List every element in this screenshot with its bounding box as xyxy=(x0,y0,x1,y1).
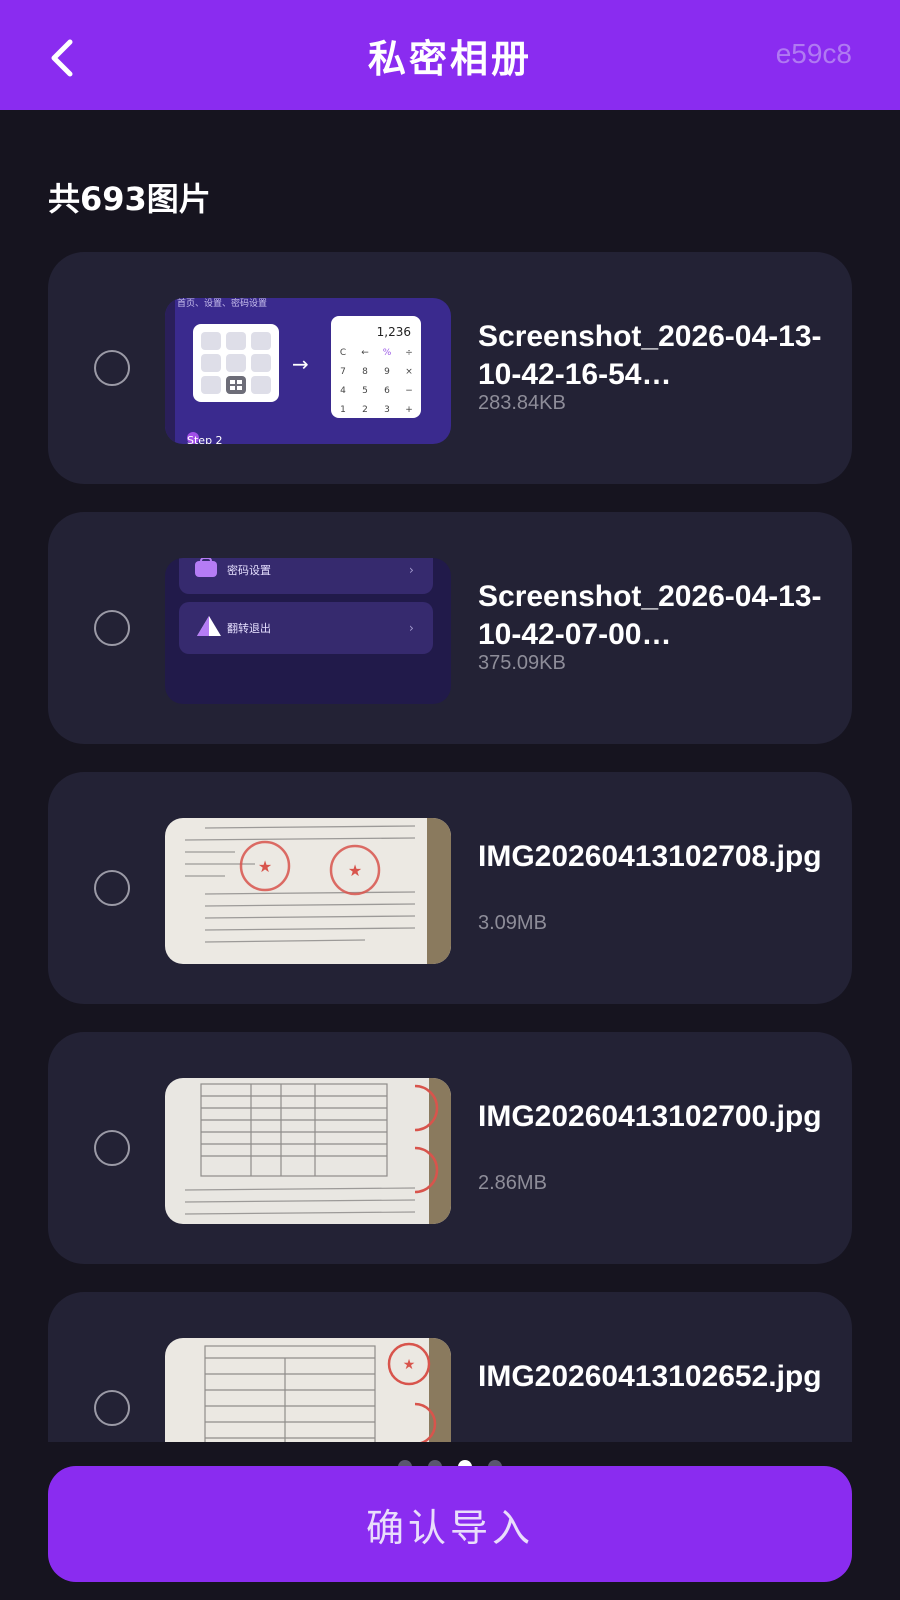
select-radio[interactable] xyxy=(94,610,130,646)
calc-key: 2 xyxy=(362,405,368,415)
file-name: Screenshot_2026-04-13-10-42-16-54… xyxy=(478,320,822,391)
file-size: 283.84KB xyxy=(478,392,566,414)
calc-key: 1 xyxy=(340,405,346,415)
svg-text:›: › xyxy=(409,621,414,635)
file-name: IMG20260413102708.jpg xyxy=(478,840,822,873)
file-size: 375.09KB xyxy=(478,652,566,674)
calc-key: 5 xyxy=(362,386,368,396)
svg-text:★: ★ xyxy=(258,857,272,876)
list-item[interactable]: ★ ★ IMG20260413102708.jpg 3.09MB xyxy=(48,772,852,1004)
svg-text:★: ★ xyxy=(348,861,362,880)
file-list: 首页、设置、密码设置 → 1,236 C ← % ÷ 7 8 9 × 4 5 6… xyxy=(48,252,852,1442)
thumbnail: 密码设置 › 翻转退出 › xyxy=(165,558,451,704)
svg-text:›: › xyxy=(409,563,414,577)
calc-key: 4 xyxy=(340,386,346,396)
thumbnail: 首页、设置、密码设置 → 1,236 C ← % ÷ 7 8 9 × 4 5 6… xyxy=(165,298,451,444)
thumb-top-text: 首页、设置、密码设置 xyxy=(177,298,267,309)
thumbnail xyxy=(165,1078,451,1224)
calc-key: 6 xyxy=(384,386,390,396)
calc-key: 8 xyxy=(362,367,368,377)
calc-key: − xyxy=(405,386,413,396)
calc-key: + xyxy=(405,405,413,415)
back-button[interactable] xyxy=(44,38,84,78)
app-header: 私密相册 e59c8 xyxy=(0,0,900,110)
thumbnail: ★ ★ xyxy=(165,818,451,964)
calc-key: 3 xyxy=(384,405,390,415)
calc-key: 9 xyxy=(384,367,390,377)
file-size: 2.86MB xyxy=(478,1172,547,1194)
page-title: 私密相册 xyxy=(367,36,532,81)
select-radio[interactable] xyxy=(94,1390,130,1426)
thumbnail: ★ xyxy=(165,1338,451,1442)
thumb-display: 1,236 xyxy=(377,325,411,339)
list-item[interactable]: 首页、设置、密码设置 → 1,236 C ← % ÷ 7 8 9 × 4 5 6… xyxy=(48,252,852,484)
calc-key: % xyxy=(383,348,392,358)
select-radio[interactable] xyxy=(94,1130,130,1166)
calc-key: 7 xyxy=(340,367,346,377)
file-name: IMG20260413102700.jpg xyxy=(478,1100,822,1133)
list-item[interactable]: 密码设置 › 翻转退出 › Screenshot_2026-04-13-10-4… xyxy=(48,512,852,744)
select-radio[interactable] xyxy=(94,870,130,906)
chevron-left-icon xyxy=(51,39,73,77)
thumb-step: Step 2 xyxy=(187,434,223,444)
file-name: Screenshot_2026-04-13-10-42-07-00… xyxy=(478,580,822,651)
calc-key: C xyxy=(340,348,346,358)
confirm-import-button[interactable]: 确认导入 xyxy=(48,1466,852,1582)
calc-key: ← xyxy=(361,348,369,358)
svg-text:★: ★ xyxy=(403,1357,416,1373)
header-code: e59c8 xyxy=(775,38,852,69)
thumb-menu-item: 翻转退出 xyxy=(227,621,271,635)
list-item[interactable]: IMG20260413102700.jpg 2.86MB xyxy=(48,1032,852,1264)
file-name: IMG20260413102652.jpg xyxy=(478,1360,822,1393)
calc-key: × xyxy=(405,367,413,377)
select-radio[interactable] xyxy=(94,350,130,386)
list-item[interactable]: ★ IMG20260413102652.jpg xyxy=(48,1292,852,1442)
thumb-menu-item: 密码设置 xyxy=(227,563,271,577)
file-size: 3.09MB xyxy=(478,912,547,934)
svg-text:→: → xyxy=(292,352,309,376)
calc-key: ÷ xyxy=(405,348,413,358)
image-count: 共693图片 xyxy=(48,180,211,218)
